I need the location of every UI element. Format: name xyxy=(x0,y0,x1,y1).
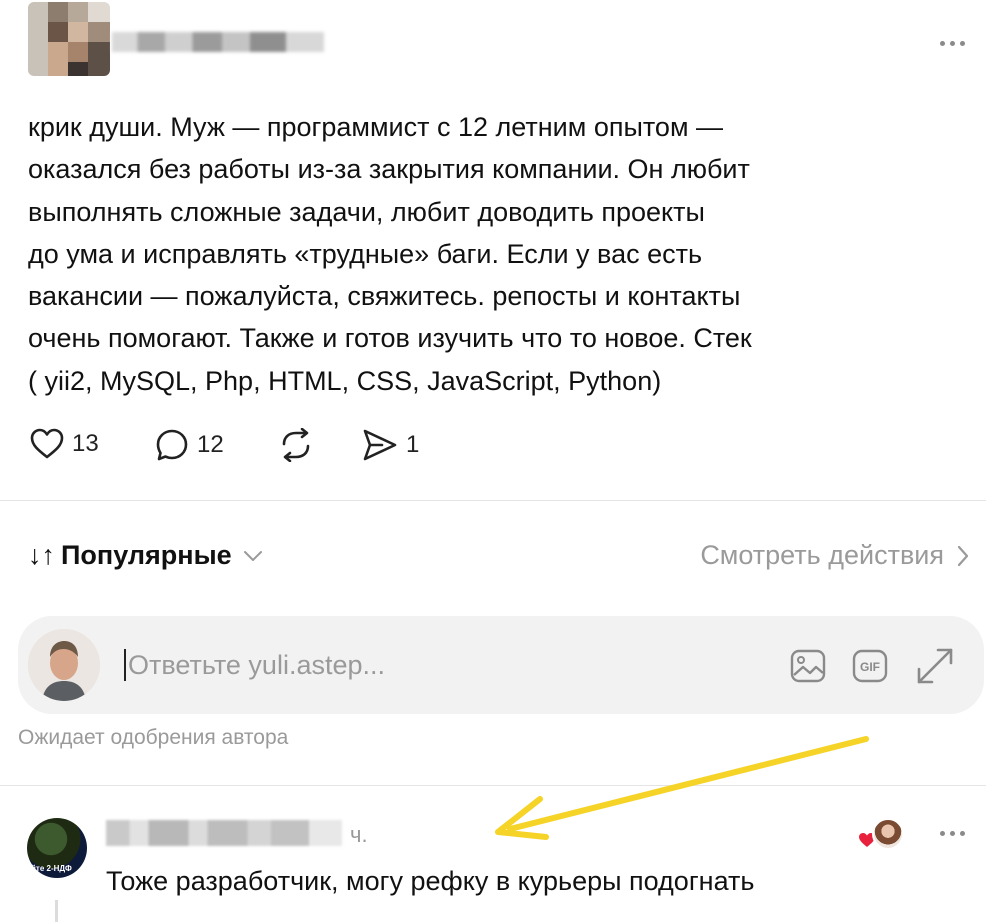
author-name[interactable] xyxy=(112,32,324,52)
text-caret xyxy=(124,649,126,681)
share-count: 1 xyxy=(406,431,420,458)
chevron-down-icon xyxy=(243,550,262,561)
like-button[interactable]: 13 xyxy=(30,428,99,460)
sort-dropdown[interactable]: ↓↑ Популярные xyxy=(28,540,264,571)
post-text-line: вакансии — пожалуйста, свяжитесь. репост… xyxy=(28,281,741,312)
comment-more-icon[interactable] xyxy=(932,827,972,839)
send-icon xyxy=(363,429,397,461)
reply-composer[interactable]: GIF xyxy=(18,616,984,714)
image-icon[interactable] xyxy=(790,649,826,683)
commenter-avatar[interactable]: йте 2-НДФ xyxy=(27,818,87,878)
share-button[interactable]: 1 xyxy=(362,428,419,462)
user-avatar xyxy=(28,629,100,701)
post-more-icon[interactable] xyxy=(932,37,972,49)
repost-icon xyxy=(282,428,310,462)
post-text-line: ( yii2, MySQL, Php, HTML, CSS, JavaScrip… xyxy=(28,365,662,396)
comment-icon xyxy=(156,429,188,461)
svg-text:GIF: GIF xyxy=(860,660,880,674)
post-text-line: крик души. Муж — программист с 12 летним… xyxy=(28,112,724,142)
thread-line xyxy=(55,900,58,922)
post-text: крик души. Муж — программист с 12 летним… xyxy=(28,106,928,402)
like-count: 13 xyxy=(72,430,99,457)
author-avatar[interactable] xyxy=(28,2,110,76)
comment-button[interactable]: 12 xyxy=(155,428,224,462)
post-text-line: выполнять сложные задачи, любит доводить… xyxy=(28,196,705,227)
view-activity-link[interactable]: Смотреть действия xyxy=(700,540,970,571)
expand-icon[interactable] xyxy=(916,647,954,685)
sort-arrows-icon: ↓↑ xyxy=(28,540,55,570)
comment-count: 12 xyxy=(197,431,224,458)
gif-icon[interactable]: GIF xyxy=(852,649,888,683)
view-activity-label: Смотреть действия xyxy=(700,540,944,570)
heart-icon xyxy=(30,428,64,459)
commenter-avatar-caption: йте 2-НДФ xyxy=(31,864,72,873)
sort-label: Популярные xyxy=(61,540,232,570)
pending-approval-text: Ожидает одобрения автора xyxy=(18,726,289,749)
comment-time: ч. xyxy=(350,822,368,847)
annotation-arrow-icon xyxy=(495,736,869,840)
repost-button[interactable] xyxy=(278,428,314,462)
post-text-line: оказался без работы из-за закрытия компа… xyxy=(28,154,750,185)
divider xyxy=(0,500,986,501)
commenter-name[interactable] xyxy=(106,820,342,846)
reply-input[interactable] xyxy=(128,640,608,690)
post-text-line: до ума и исправлять «трудные» баги. Если… xyxy=(28,238,703,269)
chevron-right-icon xyxy=(957,545,969,566)
comment-text: Тоже разработчик, могу рефку в курьеры п… xyxy=(106,866,755,896)
post-text-line: очень помогают. Также и готов изучить чт… xyxy=(28,323,752,354)
